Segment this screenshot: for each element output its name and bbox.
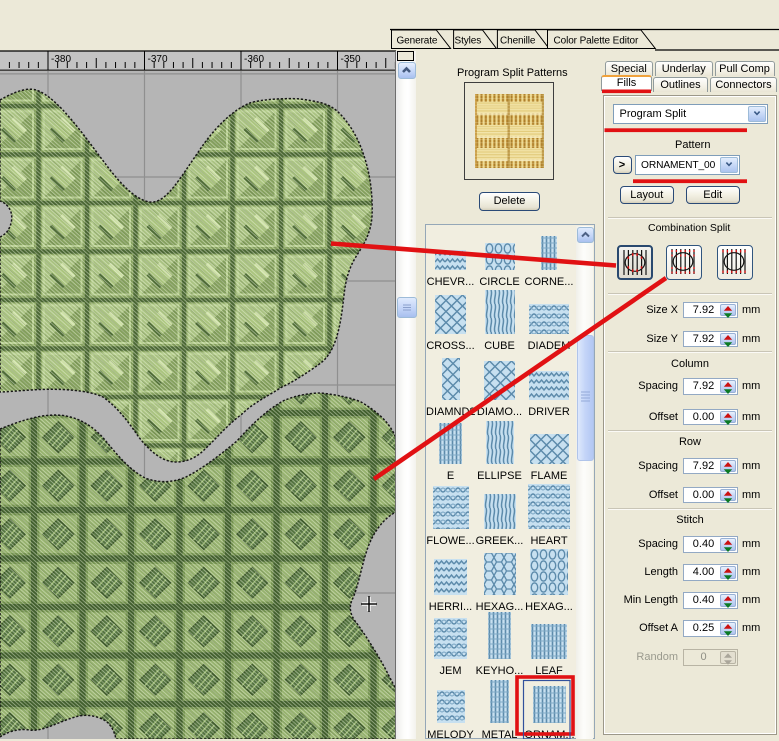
svg-text:Color Palette Editor: Color Palette Editor xyxy=(554,36,639,47)
svg-text:-380: -380 xyxy=(51,54,71,65)
svg-text:Generate: Generate xyxy=(397,36,438,47)
svg-text:-350: -350 xyxy=(341,54,361,65)
svg-text:-360: -360 xyxy=(244,54,264,65)
svg-text:Styles: Styles xyxy=(455,36,482,47)
svg-text:Chenille: Chenille xyxy=(500,36,536,47)
svg-text:-370: -370 xyxy=(148,54,168,65)
